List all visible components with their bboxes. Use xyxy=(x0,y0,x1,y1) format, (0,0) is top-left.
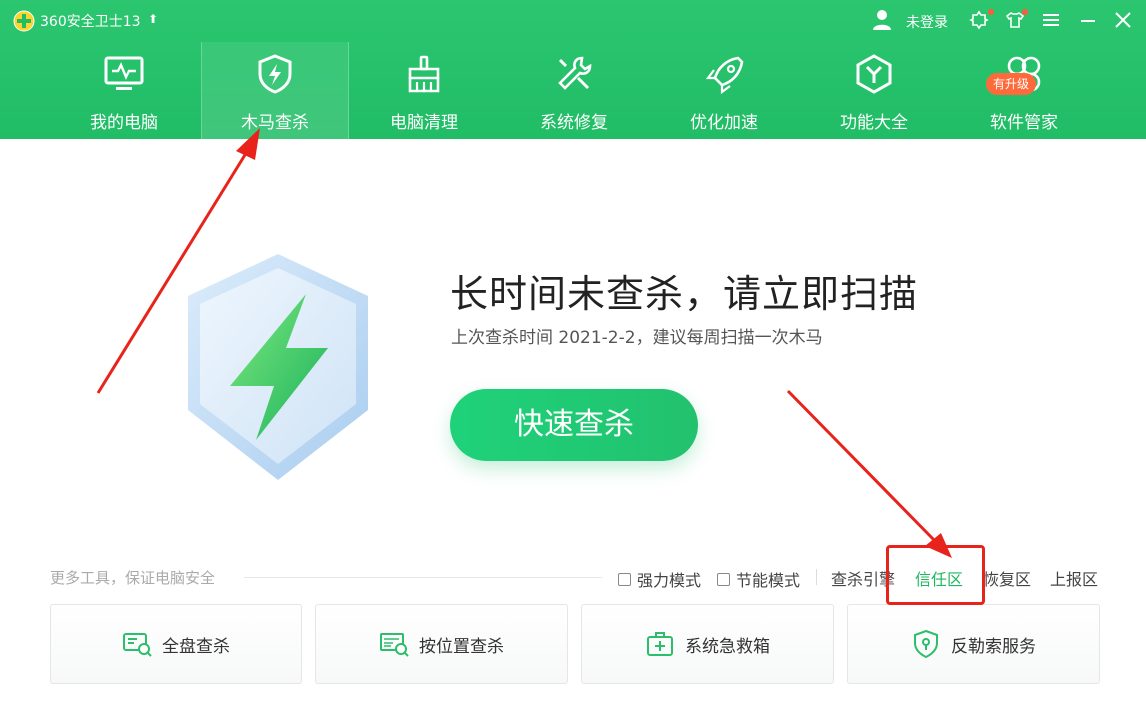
anti-ransom-label: 反勒索服务 xyxy=(951,636,1036,657)
nav-item-all-features[interactable]: 功能大全 xyxy=(800,42,948,139)
menu-icon[interactable] xyxy=(1041,10,1061,30)
title-bar: 360安全卫士13 ⬆ 未登录 xyxy=(0,0,1146,40)
location-scan-icon xyxy=(380,633,409,657)
header-bar: 360安全卫士13 ⬆ 未登录 我的电脑 木马查杀 电脑清理 系统修复 优化加速… xyxy=(0,0,1146,139)
monitor-icon xyxy=(104,56,144,90)
location-scan-card[interactable]: 按位置查杀 xyxy=(315,604,568,684)
report-zone-link[interactable]: 上报区 xyxy=(1050,566,1098,590)
nav-label: 软件管家 xyxy=(990,113,1058,133)
nav-item-my-computer[interactable]: 我的电脑 xyxy=(50,42,198,139)
nav-item-cleanup[interactable]: 电脑清理 xyxy=(350,42,498,139)
checkbox-box[interactable] xyxy=(717,572,730,586)
upgrade-badge[interactable]: 有升级 xyxy=(986,73,1036,95)
power-mode-label: 强力模式 xyxy=(637,571,702,590)
tools-divider xyxy=(244,577,602,578)
login-status[interactable]: 未登录 xyxy=(906,12,948,32)
nav-label: 系统修复 xyxy=(540,113,608,133)
checkbox-box[interactable] xyxy=(618,572,631,586)
nav-item-repair[interactable]: 系统修复 xyxy=(500,42,648,139)
nav-label: 电脑清理 xyxy=(390,113,458,133)
minimize-icon[interactable] xyxy=(1078,10,1098,30)
quick-scan-button[interactable]: 快速查杀 xyxy=(450,389,698,461)
trust-zone-highlight xyxy=(886,545,985,605)
full-scan-card[interactable]: 全盘查杀 xyxy=(50,604,302,684)
lock-shield-icon xyxy=(914,630,938,658)
broom-icon xyxy=(408,55,440,93)
tools-caption: 更多工具，保证电脑安全 xyxy=(50,569,216,587)
nav-label: 我的电脑 xyxy=(90,113,158,133)
nav-label: 功能大全 xyxy=(840,113,908,133)
notification-dot xyxy=(988,9,994,15)
wrench-icon xyxy=(558,56,592,90)
separator xyxy=(816,569,817,585)
rocket-icon xyxy=(705,56,744,94)
nav-label: 木马查杀 xyxy=(241,113,309,133)
hexagon-icon xyxy=(856,54,892,94)
disk-scan-icon xyxy=(123,633,152,657)
first-aid-label: 系统急救箱 xyxy=(685,636,770,657)
location-scan-label: 按位置查杀 xyxy=(419,636,504,657)
user-avatar-icon[interactable] xyxy=(872,9,892,31)
power-mode-checkbox[interactable]: 强力模式 xyxy=(618,567,701,591)
first-aid-card[interactable]: 系统急救箱 xyxy=(581,604,834,684)
nav-label: 优化加速 xyxy=(690,113,758,133)
eco-mode-checkbox[interactable]: 节能模式 xyxy=(717,567,800,591)
full-scan-label: 全盘查杀 xyxy=(162,636,230,657)
app-title: 360安全卫士13 xyxy=(40,14,141,30)
close-icon[interactable] xyxy=(1113,10,1133,30)
first-aid-kit-icon xyxy=(647,632,673,656)
scan-prompt-headline: 长时间未查杀，请立即扫描 xyxy=(450,272,919,316)
nav-item-speedup[interactable]: 优化加速 xyxy=(650,42,798,139)
anti-ransom-card[interactable]: 反勒索服务 xyxy=(847,604,1100,684)
shield-icon xyxy=(258,54,292,94)
update-arrow-icon[interactable]: ⬆ xyxy=(148,12,158,26)
eco-mode-label: 节能模式 xyxy=(736,571,801,590)
main-nav: 我的电脑 木马查杀 电脑清理 系统修复 优化加速 功能大全 软件管家 xyxy=(50,42,1100,139)
notification-icon[interactable] xyxy=(969,10,989,30)
protection-shield-icon xyxy=(188,254,368,480)
restore-zone-link[interactable]: 恢复区 xyxy=(983,566,1031,590)
app-logo-icon xyxy=(13,10,35,32)
skin-dot xyxy=(1022,9,1028,15)
nav-item-trojan-scan[interactable]: 木马查杀 xyxy=(201,42,349,139)
last-scan-info: 上次查杀时间 2021-2-2，建议每周扫描一次木马 xyxy=(451,328,823,348)
